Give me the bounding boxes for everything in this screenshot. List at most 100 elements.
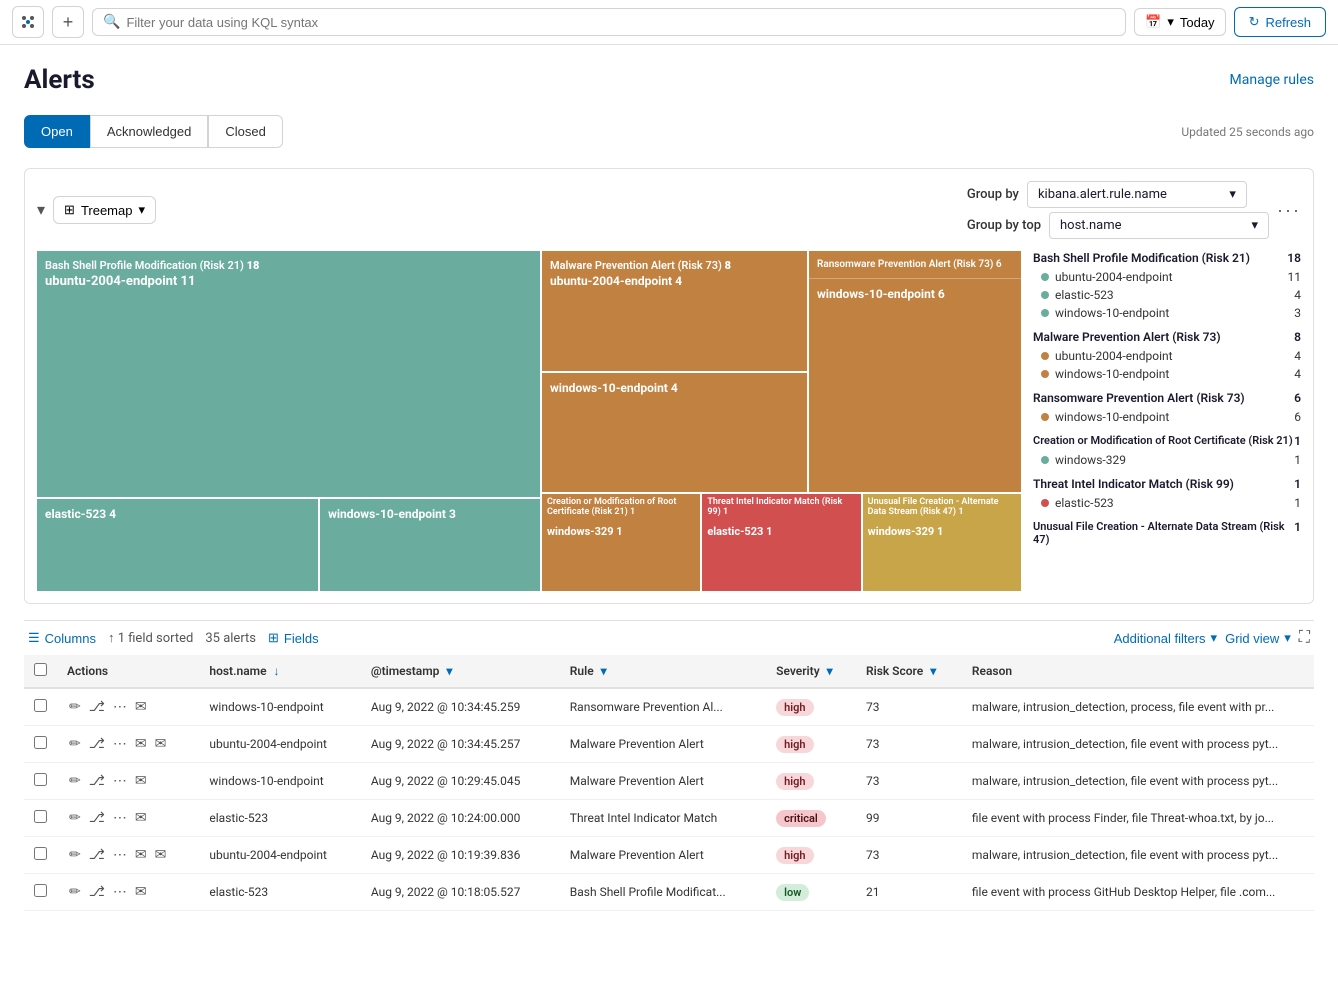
- legend-group-threat-intel: Threat Intel Indicator Match (Risk 99)1 …: [1033, 477, 1301, 512]
- col-risk-score[interactable]: Risk Score ▾: [856, 655, 962, 688]
- edit-action-icon[interactable]: ✏: [67, 808, 83, 828]
- refresh-button[interactable]: ↻ Refresh: [1234, 7, 1326, 37]
- legend-dot: [1041, 273, 1049, 281]
- treemap-cell-bash-ubuntu[interactable]: Bash Shell Profile Modification (Risk 21…: [37, 251, 540, 497]
- tree-action-icon[interactable]: ⎇: [87, 808, 107, 828]
- group-by-controls: Group by kibana.alert.rule.name ▾ Group …: [967, 181, 1269, 239]
- row-timestamp: Aug 9, 2022 @ 10:34:45.257: [361, 726, 560, 763]
- row-rule: Threat Intel Indicator Match: [560, 800, 766, 837]
- envelope-action-icon[interactable]: ✉: [133, 845, 149, 865]
- more-options-button[interactable]: ···: [1277, 200, 1301, 221]
- collapse-button[interactable]: ▾: [37, 200, 45, 220]
- row-checkbox[interactable]: [34, 884, 47, 897]
- group-by-top-label: Group by top: [967, 218, 1041, 233]
- row-checkbox[interactable]: [34, 810, 47, 823]
- row-actions-cell: ✏ ⎇ ⋯ ✉ ✉: [57, 726, 199, 763]
- treemap-cells: Bash Shell Profile Modification (Risk 21…: [37, 251, 1021, 591]
- row-checkbox-cell[interactable]: [24, 763, 57, 800]
- treemap-button[interactable]: ⊞ Treemap ▾: [53, 196, 156, 224]
- tree-action-icon[interactable]: ⎇: [87, 734, 107, 754]
- columns-button[interactable]: ☰ Columns: [28, 630, 96, 646]
- add-tab-button[interactable]: +: [52, 6, 84, 38]
- envelope-action-icon[interactable]: ✉: [133, 882, 149, 902]
- col-timestamp[interactable]: @timestamp ▾: [361, 655, 560, 688]
- group-by-select[interactable]: kibana.alert.rule.name ▾: [1027, 181, 1247, 208]
- row-checkbox[interactable]: [34, 699, 47, 712]
- table-row: ✏ ⎇ ⋯ ✉ elastic-523 Aug 9, 2022 @ 10:18:…: [24, 874, 1314, 911]
- more-action-icon[interactable]: ⋯: [111, 845, 129, 865]
- legend-item: elastic-523 4: [1033, 286, 1301, 304]
- row-checkbox-cell[interactable]: [24, 800, 57, 837]
- row-checkbox-cell[interactable]: [24, 837, 57, 874]
- extra-action-icon[interactable]: ✉: [153, 845, 169, 865]
- extra-action-icon[interactable]: ✉: [153, 734, 169, 754]
- row-checkbox[interactable]: [34, 736, 47, 749]
- fields-button[interactable]: ⊞ Fields: [268, 630, 319, 646]
- col-severity[interactable]: Severity ▾: [766, 655, 856, 688]
- legend-dot: [1041, 456, 1049, 464]
- tab-open[interactable]: Open: [24, 115, 90, 148]
- treemap-cell-ransomware-windows[interactable]: windows-10-endpoint 6: [809, 279, 1021, 492]
- grid-view-button[interactable]: Grid view ▾: [1225, 630, 1291, 646]
- row-checkbox[interactable]: [34, 847, 47, 860]
- tree-action-icon[interactable]: ⎇: [87, 771, 107, 791]
- fields-icon: ⊞: [268, 630, 279, 646]
- tab-closed[interactable]: Closed: [208, 115, 282, 148]
- row-severity: critical: [766, 800, 856, 837]
- columns-label: Columns: [45, 631, 96, 646]
- date-picker-button[interactable]: 📅 ▾ Today: [1134, 8, 1225, 36]
- tree-action-icon[interactable]: ⎇: [87, 697, 107, 717]
- more-action-icon[interactable]: ⋯: [111, 808, 129, 828]
- chevron-down-icon: ▾: [1251, 218, 1258, 233]
- more-action-icon[interactable]: ⋯: [111, 734, 129, 754]
- col-rule[interactable]: Rule ▾: [560, 655, 766, 688]
- envelope-action-icon[interactable]: ✉: [133, 808, 149, 828]
- treemap-cell-bash-windows[interactable]: windows-10-endpoint 3: [320, 499, 540, 591]
- treemap-cell-threat-intel[interactable]: Threat Intel Indicator Match (Risk 99) 1…: [702, 494, 860, 591]
- treemap-cell-malware-header[interactable]: Malware Prevention Alert (Risk 73) 8 ubu…: [542, 251, 807, 371]
- row-severity: high: [766, 726, 856, 763]
- legend-item: windows-329 1: [1033, 451, 1301, 469]
- envelope-action-icon[interactable]: ✉: [133, 771, 149, 791]
- group-by-top-value: host.name: [1060, 218, 1122, 233]
- select-all-header[interactable]: [24, 655, 57, 688]
- envelope-action-icon[interactable]: ✉: [133, 734, 149, 754]
- col-host[interactable]: host.name ↓: [199, 655, 360, 688]
- more-action-icon[interactable]: ⋯: [111, 771, 129, 791]
- row-checkbox-cell[interactable]: [24, 874, 57, 911]
- expand-button[interactable]: ⛶: [1299, 629, 1310, 647]
- cell-host-label: elastic-523 4: [45, 507, 310, 521]
- select-all-checkbox[interactable]: [34, 663, 47, 676]
- edit-action-icon[interactable]: ✏: [67, 734, 83, 754]
- search-input[interactable]: [126, 15, 1115, 30]
- treemap-cell-malware-windows[interactable]: windows-10-endpoint 4: [542, 373, 807, 493]
- edit-action-icon[interactable]: ✏: [67, 771, 83, 791]
- more-action-icon[interactable]: ⋯: [111, 697, 129, 717]
- row-actions-cell: ✏ ⎇ ⋯ ✉: [57, 874, 199, 911]
- edit-action-icon[interactable]: ✏: [67, 697, 83, 717]
- row-severity: high: [766, 837, 856, 874]
- group-by-top-select[interactable]: host.name ▾: [1049, 212, 1269, 239]
- row-checkbox-cell[interactable]: [24, 688, 57, 726]
- row-checkbox[interactable]: [34, 773, 47, 786]
- more-action-icon[interactable]: ⋯: [111, 882, 129, 902]
- tab-acknowledged[interactable]: Acknowledged: [90, 115, 209, 148]
- row-checkbox-cell[interactable]: [24, 726, 57, 763]
- table-toolbar-left: ☰ Columns ↑ 1 field sorted 35 alerts ⊞ F…: [28, 630, 319, 646]
- row-actions-cell: ✏ ⎇ ⋯ ✉: [57, 800, 199, 837]
- cell-rule-label: Bash Shell Profile Modification (Risk 21…: [45, 259, 532, 272]
- nav-icon-button[interactable]: [12, 6, 44, 38]
- additional-filters-button[interactable]: Additional filters ▾: [1114, 630, 1217, 646]
- table-row: ✏ ⎇ ⋯ ✉ ✉ ubuntu-2004-endpoint Aug 9, 20…: [24, 726, 1314, 763]
- tree-action-icon[interactable]: ⎇: [87, 882, 107, 902]
- treemap-cell-bash-elastic[interactable]: elastic-523 4: [37, 499, 318, 591]
- edit-action-icon[interactable]: ✏: [67, 882, 83, 902]
- edit-action-icon[interactable]: ✏: [67, 845, 83, 865]
- manage-rules-link[interactable]: Manage rules: [1230, 72, 1314, 88]
- viz-toolbar-right: Group by kibana.alert.rule.name ▾ Group …: [967, 181, 1301, 239]
- treemap-cell-unusual-file[interactable]: Unusual File Creation - Alternate Data S…: [863, 494, 1021, 591]
- envelope-action-icon[interactable]: ✉: [133, 697, 149, 717]
- tree-action-icon[interactable]: ⎇: [87, 845, 107, 865]
- legend-group-malware: Malware Prevention Alert (Risk 73)8 ubun…: [1033, 330, 1301, 383]
- treemap-cell-root-cert[interactable]: Creation or Modification of Root Certifi…: [542, 494, 700, 591]
